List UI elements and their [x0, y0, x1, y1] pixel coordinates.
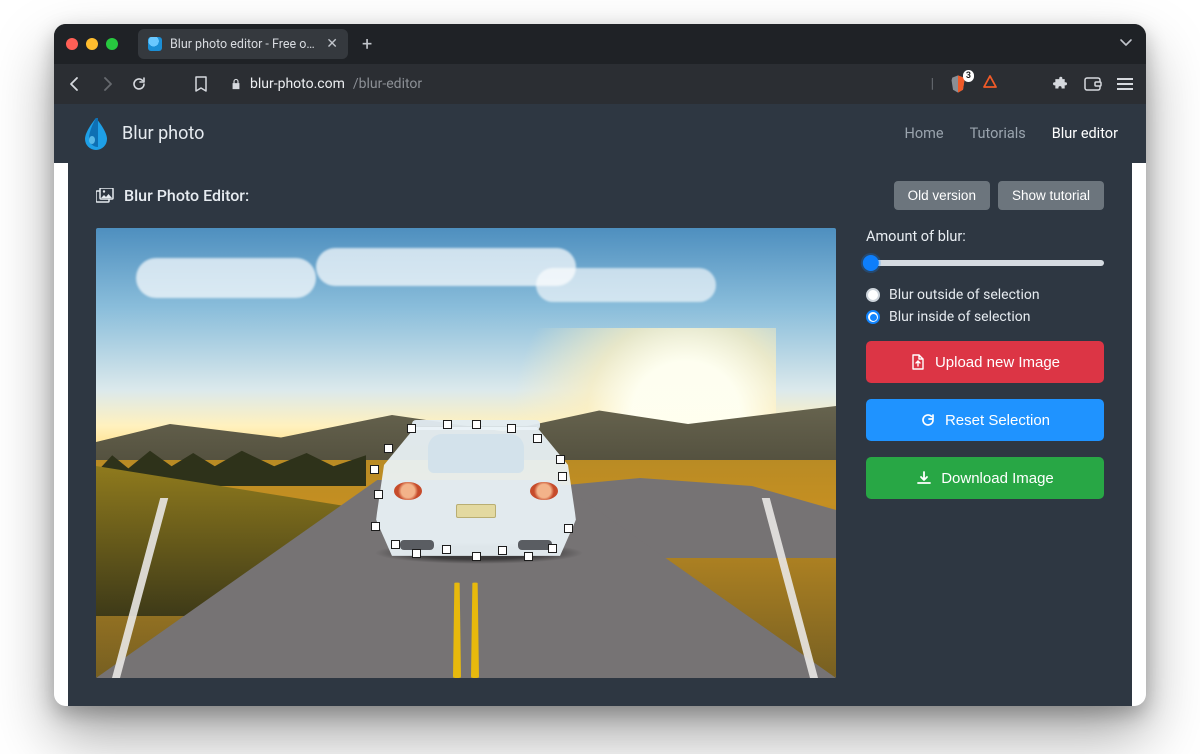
wallet-icon[interactable]	[1084, 75, 1102, 93]
selection-handle[interactable]	[412, 549, 421, 558]
selection-handle[interactable]	[391, 540, 400, 549]
selection-handle[interactable]	[507, 424, 516, 433]
file-upload-icon	[910, 354, 926, 370]
selection-handle[interactable]	[472, 552, 481, 561]
controls-panel: Amount of blur: Blur outside of selectio…	[866, 228, 1104, 678]
radio-icon	[866, 288, 880, 302]
selection-handle[interactable]	[524, 552, 533, 561]
tab-title: Blur photo editor - Free online t	[170, 37, 318, 52]
brave-block-count: 3	[963, 70, 974, 82]
download-image-button[interactable]: Download Image	[866, 457, 1104, 499]
app-header: Blur photo Home Tutorials Blur editor	[54, 104, 1146, 163]
minimize-window-icon[interactable]	[86, 38, 98, 50]
url-host: blur-photo.com	[250, 76, 345, 92]
car-subject	[376, 426, 576, 556]
nav-tutorials[interactable]: Tutorials	[970, 125, 1026, 142]
favicon-icon	[148, 37, 162, 51]
image-canvas[interactable]	[96, 228, 836, 678]
amount-of-blur-label: Amount of blur:	[866, 228, 1104, 245]
download-icon	[916, 470, 932, 486]
selection-handle[interactable]	[370, 465, 379, 474]
editor-panel: Blur Photo Editor: Old version Show tuto…	[68, 163, 1132, 706]
radio-blur-outside[interactable]: Blur outside of selection	[866, 287, 1104, 303]
editor-title: Blur Photo Editor:	[96, 186, 249, 205]
selection-handle[interactable]	[407, 424, 416, 433]
radio-label: Blur outside of selection	[889, 287, 1040, 303]
reset-selection-button[interactable]: Reset Selection	[866, 399, 1104, 441]
selection-handle[interactable]	[558, 472, 567, 481]
brand-drop-icon	[82, 117, 110, 151]
slider-thumb[interactable]	[863, 255, 879, 271]
selection-handle[interactable]	[498, 546, 507, 555]
selection-handle[interactable]	[443, 420, 452, 429]
old-version-button[interactable]: Old version	[894, 181, 990, 210]
brand-name: Blur photo	[122, 123, 204, 144]
blur-amount-slider[interactable]	[866, 253, 1104, 273]
radio-label: Blur inside of selection	[889, 309, 1030, 325]
close-window-icon[interactable]	[66, 38, 78, 50]
tabs-overflow-icon[interactable]	[1118, 34, 1134, 54]
radio-blur-inside[interactable]: Blur inside of selection	[866, 309, 1104, 325]
selection-handle[interactable]	[548, 544, 557, 553]
selection-handle[interactable]	[384, 444, 393, 453]
selection-handle[interactable]	[556, 455, 565, 464]
url-path: /blur-editor	[353, 76, 422, 92]
selection-handle[interactable]	[472, 420, 481, 429]
browser-tab[interactable]: Blur photo editor - Free online t ✕	[138, 29, 348, 59]
images-icon	[96, 188, 114, 204]
lock-icon	[230, 78, 242, 90]
main-nav: Home Tutorials Blur editor	[905, 125, 1118, 142]
browser-tabstrip: Blur photo editor - Free online t ✕ +	[54, 24, 1146, 64]
browser-toolbar: blur-photo.com/blur-editor | 3	[54, 64, 1146, 104]
close-tab-icon[interactable]: ✕	[326, 36, 338, 52]
selection-handle[interactable]	[371, 522, 380, 531]
forward-button[interactable]	[98, 75, 116, 93]
reload-button[interactable]	[130, 75, 148, 93]
brand[interactable]: Blur photo	[82, 117, 204, 151]
extensions-icon[interactable]	[1052, 75, 1070, 93]
browser-window: Blur photo editor - Free online t ✕ + bl…	[54, 24, 1146, 706]
upload-image-button[interactable]: Upload new Image	[866, 341, 1104, 383]
show-tutorial-button[interactable]: Show tutorial	[998, 181, 1104, 210]
menu-icon[interactable]	[1116, 75, 1134, 93]
selection-handle[interactable]	[374, 490, 383, 499]
brave-rewards-icon[interactable]	[982, 74, 998, 94]
new-tab-button[interactable]: +	[358, 34, 376, 55]
bookmark-icon[interactable]	[192, 75, 210, 93]
selection-handle[interactable]	[533, 434, 542, 443]
maximize-window-icon[interactable]	[106, 38, 118, 50]
reset-icon	[920, 412, 936, 428]
brave-shields-icon[interactable]: 3	[948, 74, 968, 94]
nav-home[interactable]: Home	[905, 125, 944, 142]
selection-handle[interactable]	[564, 524, 573, 533]
window-controls	[66, 38, 118, 50]
radio-icon	[866, 310, 880, 324]
nav-blur-editor[interactable]: Blur editor	[1052, 125, 1118, 142]
back-button[interactable]	[66, 75, 84, 93]
address-bar[interactable]: blur-photo.com/blur-editor	[230, 76, 422, 92]
selection-handle[interactable]	[442, 545, 451, 554]
